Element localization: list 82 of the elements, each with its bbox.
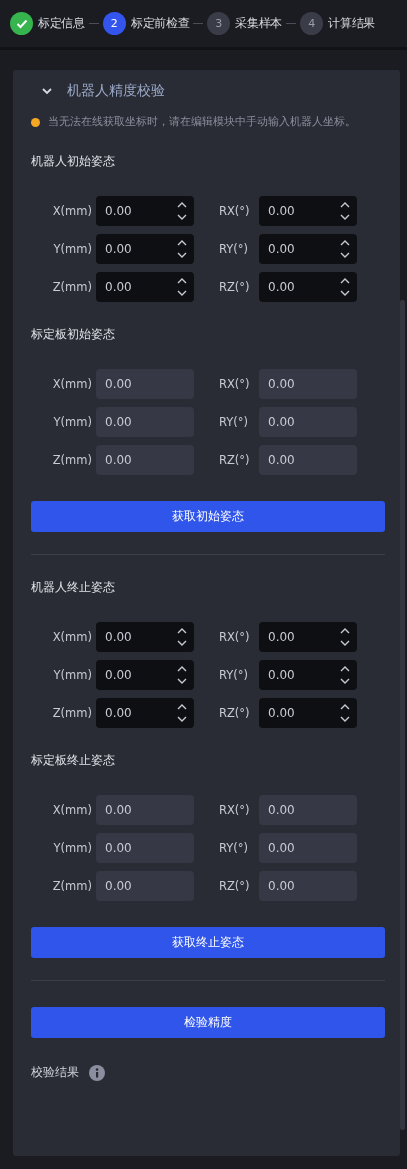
field-label: X(mm) (51, 803, 92, 817)
warning-text: 当无法在线获取坐标时，请在编辑模块中手动输入机器人坐标。 (48, 115, 356, 129)
section-title: 标定板初始姿态 (31, 326, 116, 343)
scrollbar-thumb[interactable] (400, 300, 405, 1130)
number-field[interactable]: 0.00 (96, 196, 194, 226)
field-label: RY(°) (219, 415, 249, 429)
primary-button[interactable]: 获取终止姿态 (31, 927, 385, 958)
number-field[interactable]: 0.00 (259, 871, 357, 901)
spinner-icon[interactable] (339, 238, 351, 260)
number-field[interactable]: 0.00 (259, 622, 357, 652)
spinner-icon[interactable] (339, 276, 351, 298)
number-field[interactable]: 0.00 (259, 234, 357, 264)
field-label: Z(mm) (51, 706, 92, 720)
number-field[interactable]: 0.00 (96, 445, 194, 475)
spinner-icon[interactable] (176, 238, 188, 260)
number-field[interactable]: 0.00 (96, 871, 194, 901)
result-label: 校验结果 (31, 1064, 79, 1081)
panel-title: 机器人精度校验 (67, 82, 165, 100)
field-label: RX(°) (219, 630, 251, 644)
field-label: Y(mm) (52, 242, 92, 256)
field-label: RZ(°) (219, 879, 251, 893)
number-field[interactable]: 0.00 (96, 407, 194, 437)
spinner-icon[interactable] (339, 702, 351, 724)
field-label: RY(°) (219, 668, 249, 682)
field-label: X(mm) (51, 204, 92, 218)
field-label: Y(mm) (52, 668, 92, 682)
step-label[interactable]: 计算结果 (328, 16, 375, 31)
field-label: Z(mm) (51, 879, 92, 893)
primary-button[interactable]: 获取初始姿态 (31, 501, 385, 532)
section-title: 机器人终止姿态 (31, 579, 116, 596)
spinner-icon[interactable] (176, 276, 188, 298)
spinner-icon[interactable] (339, 626, 351, 648)
field-label: RY(°) (219, 841, 249, 855)
info-icon[interactable] (89, 1064, 105, 1081)
field-label: RX(°) (219, 803, 251, 817)
number-field[interactable]: 0.00 (259, 698, 357, 728)
section-title: 标定板终止姿态 (31, 752, 116, 769)
spinner-icon[interactable] (176, 200, 188, 222)
number-field[interactable]: 0.00 (96, 698, 194, 728)
step-label[interactable]: 采集样本 (235, 16, 283, 31)
panel-header[interactable]: 机器人精度校验 (31, 80, 385, 102)
number-field[interactable]: 0.00 (259, 272, 357, 302)
field-label: X(mm) (51, 630, 92, 644)
spinner-icon[interactable] (339, 664, 351, 686)
number-field[interactable]: 0.00 (259, 445, 357, 475)
field-label: Y(mm) (52, 415, 92, 429)
field-label: Z(mm) (51, 453, 92, 467)
field-label: Y(mm) (52, 841, 92, 855)
number-field[interactable]: 0.00 (259, 833, 357, 863)
primary-button[interactable]: 检验精度 (31, 1007, 385, 1038)
field-label: RX(°) (219, 204, 251, 218)
step-label[interactable]: 标定信息 (38, 16, 85, 31)
number-field[interactable]: 0.00 (259, 660, 357, 690)
step-indicator: 3 (207, 12, 231, 35)
number-field[interactable]: 0.00 (96, 234, 194, 264)
warning-icon (31, 117, 40, 127)
step-label[interactable]: 标定前检查 (130, 16, 190, 31)
number-field[interactable]: 0.00 (96, 622, 194, 652)
number-field[interactable]: 0.00 (259, 407, 357, 437)
field-label: RZ(°) (219, 280, 251, 294)
number-field[interactable]: 0.00 (96, 272, 194, 302)
spinner-icon[interactable] (176, 702, 188, 724)
spinner-icon[interactable] (176, 664, 188, 686)
number-field[interactable]: 0.00 (96, 833, 194, 863)
number-field[interactable]: 0.00 (259, 369, 357, 399)
field-label: RZ(°) (219, 453, 251, 467)
field-label: RX(°) (219, 377, 251, 391)
field-label: RY(°) (219, 242, 249, 256)
field-label: RZ(°) (219, 706, 251, 720)
number-field[interactable]: 0.00 (259, 196, 357, 226)
field-label: X(mm) (51, 377, 92, 391)
check-icon (15, 18, 28, 29)
section-title: 机器人初始姿态 (31, 153, 116, 170)
number-field[interactable]: 0.00 (96, 369, 194, 399)
step-indicator: 4 (300, 12, 324, 35)
number-field[interactable]: 0.00 (96, 795, 194, 825)
step-indicator: 2 (102, 12, 126, 35)
spinner-icon[interactable] (339, 200, 351, 222)
number-field[interactable]: 0.00 (259, 795, 357, 825)
field-label: Z(mm) (51, 280, 92, 294)
spinner-icon[interactable] (176, 626, 188, 648)
number-field[interactable]: 0.00 (96, 660, 194, 690)
